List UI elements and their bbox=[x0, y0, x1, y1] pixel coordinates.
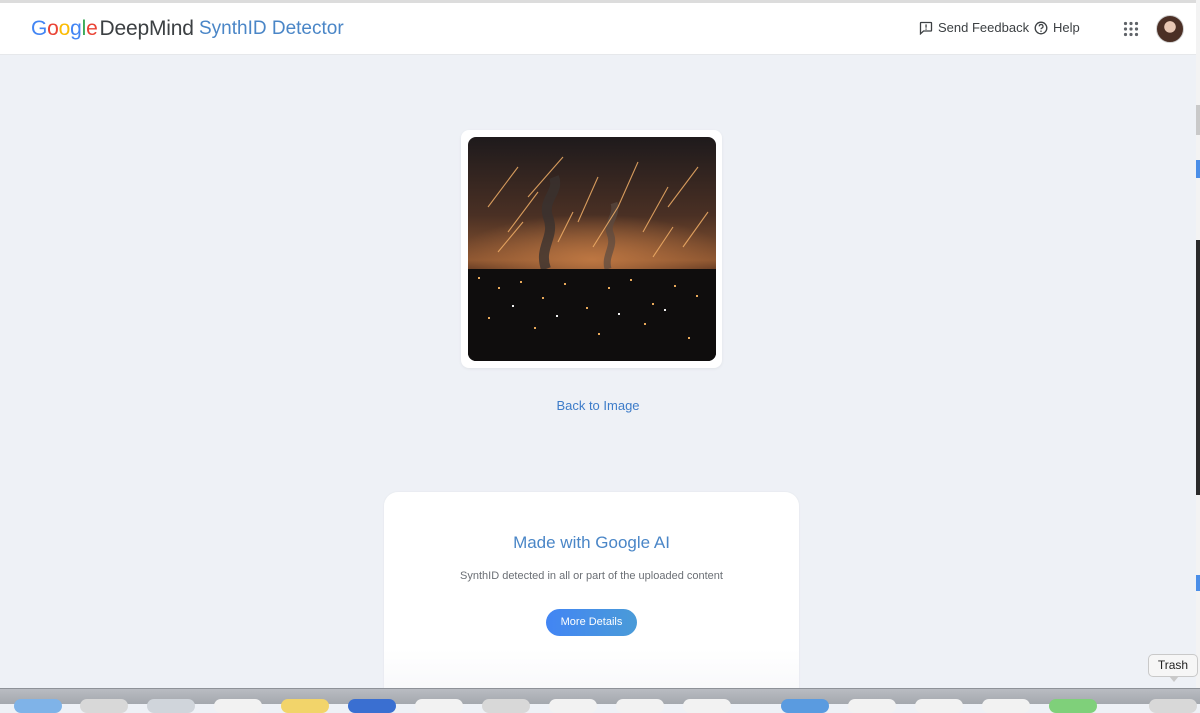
edge-marker bbox=[1196, 575, 1200, 591]
google-letter: g bbox=[70, 17, 82, 40]
detection-result-card: Made with Google AI SynthID detected in … bbox=[384, 492, 799, 702]
window-edge-strip bbox=[1196, 0, 1200, 690]
dock-app-icon[interactable] bbox=[781, 699, 829, 713]
google-deepmind-logo[interactable]: Google DeepMind bbox=[31, 17, 194, 43]
dock-app-icon[interactable] bbox=[80, 699, 128, 713]
dock-app-icon[interactable] bbox=[1149, 699, 1197, 713]
feedback-icon bbox=[919, 21, 933, 35]
back-to-image-link[interactable]: Back to Image bbox=[0, 398, 1196, 413]
apps-grid-icon[interactable] bbox=[1123, 21, 1139, 37]
dock-app-icon[interactable] bbox=[281, 699, 329, 713]
send-feedback-label: Send Feedback bbox=[938, 20, 1030, 35]
macos-dock bbox=[0, 688, 1200, 713]
dock-app-icon[interactable] bbox=[147, 699, 195, 713]
dock-app-icon[interactable] bbox=[915, 699, 963, 713]
dock-app-icon[interactable] bbox=[549, 699, 597, 713]
dock-app-icon[interactable] bbox=[14, 699, 62, 713]
result-subtitle: SynthID detected in all or part of the u… bbox=[460, 570, 723, 582]
help-button[interactable]: Help bbox=[1034, 20, 1080, 35]
edge-marker bbox=[1196, 240, 1200, 495]
google-letter: o bbox=[47, 17, 59, 40]
dock-app-icon[interactable] bbox=[616, 699, 664, 713]
google-wordmark: Google bbox=[31, 17, 98, 41]
dock-app-icon[interactable] bbox=[1049, 699, 1097, 713]
top-header: Google DeepMind SynthID Detector Send Fe… bbox=[0, 3, 1196, 55]
dock-app-icon[interactable] bbox=[683, 699, 731, 713]
edge-marker bbox=[1196, 105, 1200, 135]
help-label: Help bbox=[1053, 20, 1080, 35]
edge-marker bbox=[1196, 160, 1200, 178]
help-circle-icon bbox=[1034, 21, 1048, 34]
dock-app-icon[interactable] bbox=[982, 699, 1030, 713]
dock-app-icon[interactable] bbox=[482, 699, 530, 713]
trash-tooltip: Trash bbox=[1148, 654, 1198, 682]
dock-app-icon[interactable] bbox=[348, 699, 396, 713]
more-details-button[interactable]: More Details bbox=[546, 609, 637, 636]
google-letter: o bbox=[58, 17, 71, 40]
uploaded-image-card bbox=[461, 130, 722, 368]
uploaded-image bbox=[468, 137, 716, 361]
dock-app-icon[interactable] bbox=[214, 699, 262, 713]
send-feedback-button[interactable]: Send Feedback bbox=[919, 20, 1029, 35]
user-avatar[interactable] bbox=[1156, 15, 1184, 43]
result-title: Made with Google AI bbox=[513, 533, 670, 552]
deepmind-wordmark: DeepMind bbox=[99, 17, 194, 40]
google-letter: e bbox=[86, 17, 98, 40]
product-title[interactable]: SynthID Detector bbox=[199, 18, 344, 40]
dock-app-icon[interactable] bbox=[848, 699, 896, 713]
google-letter: G bbox=[31, 17, 48, 40]
dock-app-icon[interactable] bbox=[415, 699, 463, 713]
